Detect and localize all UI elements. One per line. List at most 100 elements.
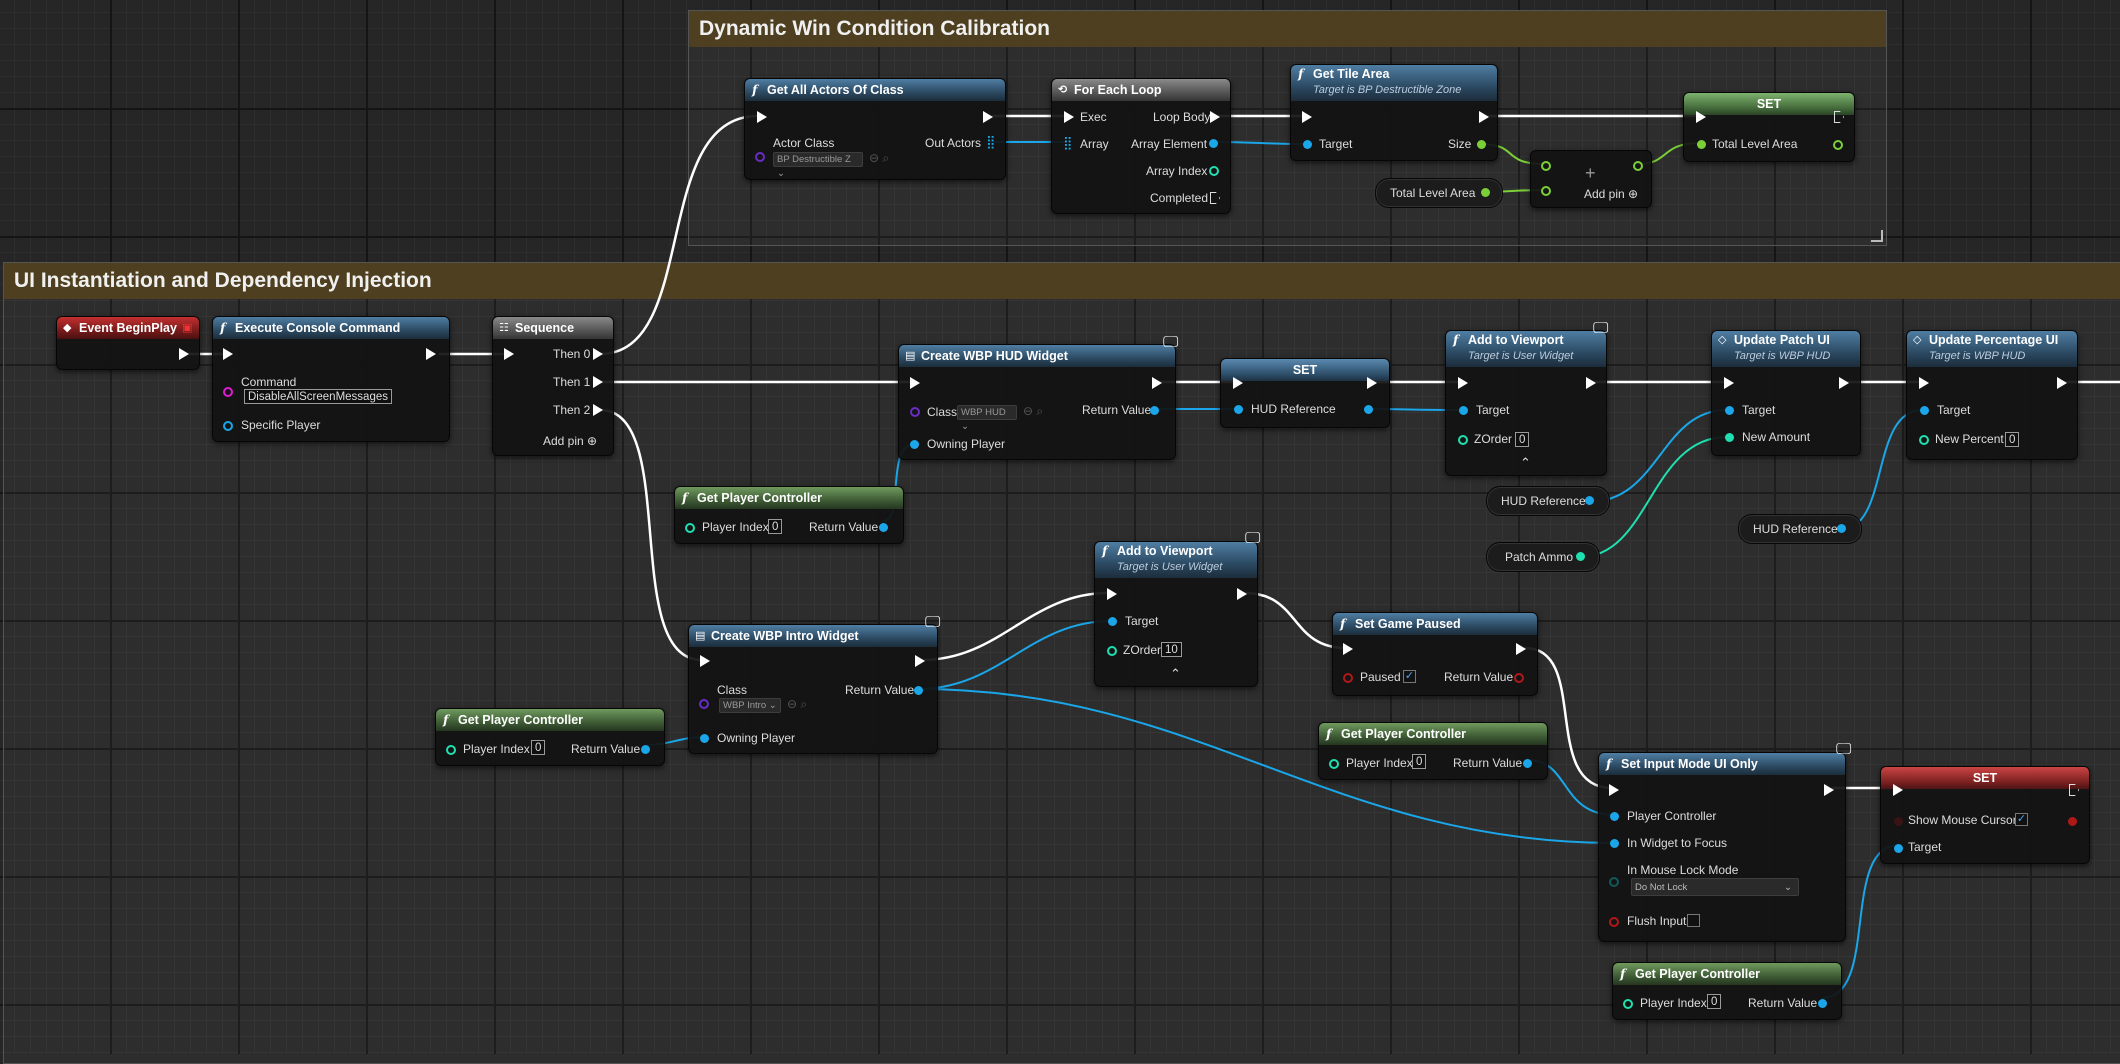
- exec-out-pin[interactable]: [1237, 588, 1247, 600]
- variable-out-pin[interactable]: [1585, 496, 1594, 505]
- show-mouse-cursor-out-pin[interactable]: [2068, 817, 2077, 826]
- zorder-pin[interactable]: [1107, 646, 1117, 656]
- owning-player-pin[interactable]: [910, 440, 919, 449]
- return-value-pin[interactable]: [641, 745, 650, 754]
- add-float-node[interactable]: + Add pin ⊕: [1530, 150, 1652, 208]
- class-dropdown[interactable]: WBP HUD ⌄: [957, 405, 1017, 432]
- add-to-viewport-node-2[interactable]: f Add to Viewport Target is User Widget Ta…: [1094, 541, 1258, 687]
- return-value-pin[interactable]: [879, 523, 888, 532]
- get-player-controller-node-3[interactable]: f Get Player Controller Player Index 0 Re…: [1318, 722, 1548, 780]
- exec-out-pin[interactable]: [179, 348, 189, 360]
- add-pin-button[interactable]: Add pin ⊕: [1584, 187, 1638, 201]
- widget-to-focus-pin[interactable]: [1610, 839, 1619, 848]
- get-player-controller-node-2[interactable]: f Get Player Controller Player Index 0 Re…: [435, 708, 665, 766]
- target-pin[interactable]: [1459, 406, 1468, 415]
- return-value-pin[interactable]: [1150, 406, 1159, 415]
- target-pin[interactable]: [1725, 406, 1734, 415]
- exec-in-pin[interactable]: [1302, 111, 1312, 123]
- new-amount-pin[interactable]: [1725, 433, 1734, 442]
- browse-icons[interactable]: ⊖ ⌕: [869, 151, 889, 166]
- return-value-pin[interactable]: [1818, 999, 1827, 1008]
- exec-in-pin[interactable]: [910, 377, 920, 389]
- then-1-pin[interactable]: [593, 376, 603, 388]
- player-index-input[interactable]: 0: [531, 740, 546, 755]
- zorder-input[interactable]: 10: [1161, 642, 1182, 657]
- paused-pin[interactable]: [1343, 673, 1353, 683]
- exec-out-pin[interactable]: [983, 111, 993, 123]
- exec-in-pin[interactable]: [1233, 377, 1243, 389]
- specific-player-pin[interactable]: [223, 421, 233, 431]
- flush-input-pin[interactable]: [1609, 917, 1619, 927]
- exec-in-pin[interactable]: [1343, 643, 1353, 655]
- exec-out-pin[interactable]: [1839, 377, 1849, 389]
- exec-in-pin[interactable]: [1696, 111, 1706, 123]
- show-mouse-cursor-checkbox[interactable]: ✓: [2015, 813, 2028, 826]
- player-controller-pin[interactable]: [1610, 812, 1619, 821]
- exec-out-pin[interactable]: [1479, 111, 1489, 123]
- player-index-pin[interactable]: [446, 745, 456, 755]
- add-pin-button[interactable]: Add pin ⊕: [543, 434, 597, 448]
- update-patch-ui-node[interactable]: ◇ Update Patch UI Target is WBP HUD Target…: [1711, 330, 1861, 456]
- flush-input-checkbox[interactable]: [1687, 914, 1700, 927]
- show-mouse-cursor-pin[interactable]: [1894, 817, 1903, 826]
- add-input-b-pin[interactable]: [1541, 186, 1551, 196]
- sequence-node[interactable]: ☷ Sequence Then 0 Then 1 Then 2 Add pin ⊕: [492, 316, 614, 456]
- execute-console-command-node[interactable]: f Execute Console Command Command Disable…: [212, 316, 450, 442]
- variable-out-pin[interactable]: [1837, 524, 1846, 533]
- browse-icons[interactable]: ⊖ ⌕: [1023, 404, 1043, 419]
- variable-out-pin[interactable]: [1481, 188, 1490, 197]
- target-pin[interactable]: [1920, 406, 1929, 415]
- actor-class-dropdown[interactable]: BP Destructible Z ⌄: [773, 152, 863, 179]
- add-input-a-pin[interactable]: [1541, 161, 1551, 171]
- exec-out-pin[interactable]: [1586, 377, 1596, 389]
- set-input-mode-ui-only-node[interactable]: f Set Input Mode UI Only Player Controlle…: [1598, 752, 1846, 942]
- update-percentage-ui-node[interactable]: ◇ Update Percentage UI Target is WBP HUD T…: [1906, 330, 2078, 460]
- target-pin[interactable]: [1894, 844, 1903, 853]
- exec-out-pin[interactable]: [915, 655, 925, 667]
- hud-reference-out-pin[interactable]: [1364, 405, 1373, 414]
- patch-ammo-variable[interactable]: Patch Ammo: [1486, 542, 1600, 572]
- exec-out-pin[interactable]: [1824, 784, 1834, 796]
- get-player-controller-node[interactable]: f Get Player Controller Player Index 0 Re…: [674, 486, 904, 544]
- exec-in-pin[interactable]: [1458, 377, 1468, 389]
- total-level-area-out-pin[interactable]: [1833, 140, 1843, 150]
- hud-reference-variable[interactable]: HUD Reference: [1486, 486, 1610, 516]
- owning-player-pin[interactable]: [700, 734, 709, 743]
- create-intro-widget-node[interactable]: ▤ Create WBP Intro Widget Class WBP Intro…: [688, 624, 938, 754]
- exec-in-pin[interactable]: [700, 655, 710, 667]
- event-begin-play-node[interactable]: ◆ Event BeginPlay ▣: [56, 316, 200, 370]
- exec-out-pin[interactable]: [1152, 377, 1162, 389]
- exec-in-pin[interactable]: [1724, 377, 1734, 389]
- collapse-chevron-icon[interactable]: ⌃: [1520, 455, 1531, 471]
- exec-in-pin[interactable]: [223, 348, 233, 360]
- collapse-chevron-icon[interactable]: ⌃: [1170, 666, 1181, 682]
- exec-in-pin[interactable]: [1107, 588, 1117, 600]
- set-hud-reference-node[interactable]: SET HUD Reference: [1220, 358, 1390, 428]
- zorder-input[interactable]: 0: [1515, 432, 1530, 447]
- variable-out-pin[interactable]: [1576, 552, 1585, 561]
- mouse-lock-mode-pin[interactable]: [1609, 877, 1619, 887]
- then-2-pin[interactable]: [593, 404, 603, 416]
- exec-in-pin[interactable]: [504, 348, 514, 360]
- exec-out-pin[interactable]: [426, 348, 436, 360]
- actor-class-pin[interactable]: [755, 152, 765, 162]
- exec-in-pin[interactable]: [757, 111, 767, 123]
- return-value-pin[interactable]: [1523, 759, 1532, 768]
- player-index-input[interactable]: 0: [1412, 754, 1427, 769]
- set-game-paused-node[interactable]: f Set Game Paused Paused ✓ Return Value: [1332, 612, 1538, 696]
- player-index-pin[interactable]: [1623, 999, 1633, 1009]
- player-index-input[interactable]: 0: [1707, 994, 1722, 1009]
- delegate-pin-icon[interactable]: ▣: [182, 321, 192, 334]
- exec-in-pin[interactable]: [1609, 784, 1619, 796]
- player-index-pin[interactable]: [1329, 759, 1339, 769]
- exec-out-pin[interactable]: [1367, 377, 1377, 389]
- class-pin[interactable]: [910, 407, 920, 417]
- array-element-pin[interactable]: [1209, 139, 1218, 148]
- exec-in-pin[interactable]: [1919, 377, 1929, 389]
- class-dropdown[interactable]: WBP Intro ⌄: [719, 698, 781, 713]
- hud-reference-pin[interactable]: [1234, 405, 1243, 414]
- new-percent-pin[interactable]: [1919, 435, 1929, 445]
- add-output-pin[interactable]: [1633, 161, 1643, 171]
- hud-reference-variable-2[interactable]: HUD Reference: [1738, 514, 1862, 544]
- class-pin[interactable]: [699, 699, 709, 709]
